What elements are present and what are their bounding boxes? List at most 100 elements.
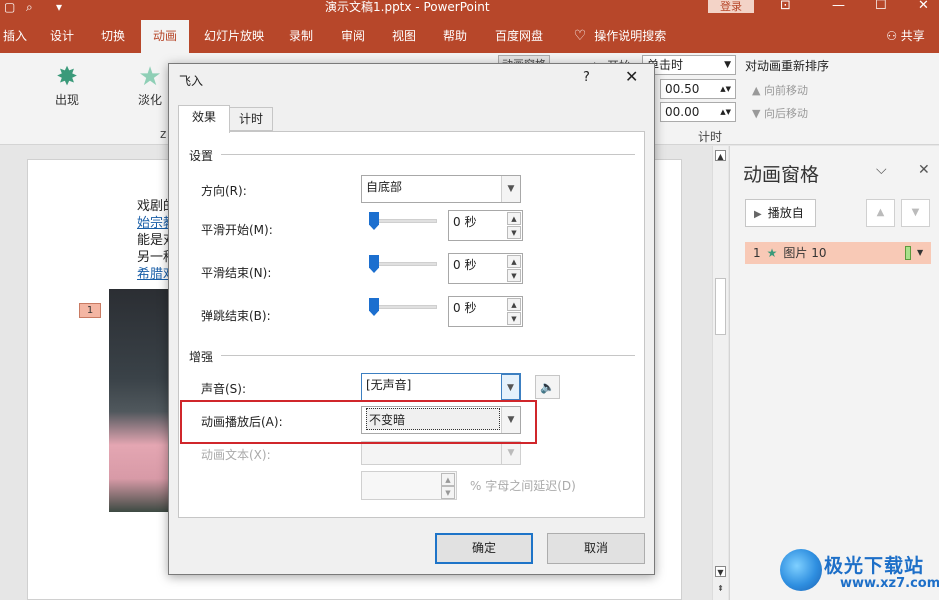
- customize-qat-icon[interactable]: ▾: [56, 0, 62, 14]
- move-later-button[interactable]: ▼ 向后移动: [752, 105, 808, 121]
- share-label: 共享: [900, 29, 925, 43]
- animation-pane: 动画窗格 ⌵ ✕ ▶ 播放自 ▲ ▼ 1 ★ 图片 10 ▼: [729, 146, 939, 600]
- scroll-down-icon[interactable]: ▼: [715, 566, 726, 577]
- tab-help[interactable]: 帮助: [435, 20, 475, 53]
- tab-view[interactable]: 视图: [384, 20, 424, 53]
- cancel-button[interactable]: 取消: [547, 533, 645, 564]
- scroll-up-icon[interactable]: ▲: [715, 150, 726, 161]
- smooth-end-slider[interactable]: [369, 255, 437, 273]
- tab-baidu-netdisk[interactable]: 百度网盘: [486, 20, 552, 53]
- spin-down-icon[interactable]: ▼: [507, 269, 521, 282]
- start-select[interactable]: 单击时 ▼: [642, 55, 736, 75]
- prev-slide-icon[interactable]: ⇞: [715, 583, 726, 594]
- settings-section-title: 设置: [189, 149, 214, 163]
- sound-select[interactable]: [无声音] ▼: [361, 373, 521, 401]
- slider-knob[interactable]: [369, 255, 379, 273]
- move-earlier-button[interactable]: ▲ 向前移动: [752, 82, 808, 98]
- play-from-button[interactable]: ▶ 播放自: [745, 199, 816, 227]
- delay-field[interactable]: 00.00 ▲▼: [660, 102, 736, 122]
- tab-review[interactable]: 审阅: [333, 20, 373, 53]
- scroll-thumb[interactable]: [715, 278, 726, 335]
- spin-up-icon[interactable]: ▲: [441, 473, 455, 486]
- animation-group-label-fragment: z: [160, 127, 167, 141]
- slide-picture[interactable]: [109, 289, 169, 512]
- divider: [221, 355, 635, 356]
- slide-scrollbar[interactable]: ▲ ▼ ⇞: [712, 146, 728, 600]
- help-icon[interactable]: ?: [583, 70, 590, 85]
- print-preview-icon[interactable]: ⌕: [26, 0, 33, 14]
- smooth-end-spinner[interactable]: 0 秒 ▲ ▼: [448, 253, 523, 284]
- bounce-end-label: 弹跳结束(B):: [201, 309, 271, 323]
- play-icon: ▶: [754, 209, 762, 220]
- up-arrow-icon: ▲: [752, 84, 764, 97]
- animation-order-badge[interactable]: 1: [79, 303, 101, 318]
- person-icon: ⚇: [886, 29, 897, 43]
- tab-effect[interactable]: 效果: [178, 105, 230, 133]
- chevron-down-icon: ▼: [501, 442, 520, 464]
- ok-button[interactable]: 确定: [435, 533, 533, 564]
- share-button[interactable]: ⚇ 共享: [878, 20, 933, 53]
- lightbulb-icon: ♡: [573, 28, 587, 44]
- slider-knob[interactable]: [369, 298, 379, 316]
- animation-list-item[interactable]: 1 ★ 图片 10 ▼: [745, 242, 931, 264]
- ribbon-display-icon[interactable]: ⊡: [780, 0, 791, 13]
- spin-down-icon[interactable]: ▼: [507, 226, 521, 239]
- minimize-icon[interactable]: —: [832, 0, 845, 13]
- tab-transitions[interactable]: 切换: [93, 20, 133, 53]
- tab-design[interactable]: 设计: [42, 20, 82, 53]
- divider: [221, 154, 635, 155]
- login-button[interactable]: 登录: [708, 0, 754, 13]
- tell-me-search[interactable]: ♡ 操作说明搜索: [566, 20, 674, 53]
- timeline-bar: [905, 246, 911, 260]
- screenshot-icon[interactable]: ▢: [4, 0, 15, 14]
- watermark-logo-icon: [780, 549, 822, 591]
- reorder-title: 对动画重新排序: [745, 59, 830, 73]
- move-up-button[interactable]: ▲: [866, 199, 895, 227]
- spin-up-icon[interactable]: ▲: [507, 212, 521, 225]
- watermark: 极光下载站 www.xz7.com: [780, 545, 939, 600]
- duration-field[interactable]: 00.50 ▲▼: [660, 79, 736, 99]
- move-down-button[interactable]: ▼: [901, 199, 930, 227]
- smooth-start-label: 平滑开始(M):: [201, 223, 273, 237]
- effect-fade-label: 淡化: [137, 93, 162, 107]
- smooth-start-spinner[interactable]: 0 秒 ▲ ▼: [448, 210, 523, 241]
- after-animation-label: 动画播放后(A):: [201, 415, 283, 429]
- item-name: 图片 10: [783, 246, 827, 260]
- item-dropdown-icon[interactable]: ▼: [917, 242, 923, 264]
- animate-text-select[interactable]: ▼: [361, 441, 521, 465]
- tab-insert[interactable]: 插入: [0, 20, 30, 53]
- volume-icon[interactable]: 🔈: [535, 375, 560, 399]
- pane-title: 动画窗格: [743, 164, 820, 186]
- smooth-end-label: 平滑结束(N):: [201, 266, 272, 280]
- chevron-down-icon: ▼: [501, 176, 520, 202]
- tab-animations[interactable]: 动画: [141, 20, 189, 53]
- pane-close-icon[interactable]: ✕: [918, 162, 930, 178]
- watermark-url: www.xz7.com: [840, 576, 939, 591]
- effect-fade[interactable]: ★ 淡化: [130, 63, 170, 108]
- close-window-icon[interactable]: ✕: [918, 0, 929, 13]
- down-arrow-icon: ▼: [752, 107, 764, 120]
- sound-label: 声音(S):: [201, 382, 247, 396]
- effect-appear[interactable]: ✸ 出现: [47, 63, 87, 108]
- slider-knob[interactable]: [369, 212, 379, 230]
- spin-down-icon[interactable]: ▼: [441, 486, 455, 499]
- dialog-close-icon[interactable]: ✕: [625, 67, 638, 86]
- after-animation-select[interactable]: 不变暗 ▼: [361, 406, 521, 434]
- maximize-icon[interactable]: ☐: [875, 0, 887, 13]
- bounce-end-spinner[interactable]: 0 秒 ▲ ▼: [448, 296, 523, 327]
- pane-options-chevron-icon[interactable]: ⌵: [876, 162, 887, 178]
- tab-timing[interactable]: 计时: [229, 107, 273, 131]
- item-index: 1: [753, 246, 761, 260]
- spin-up-icon[interactable]: ▲: [507, 255, 521, 268]
- tab-slideshow[interactable]: 幻灯片放映: [198, 20, 270, 53]
- bounce-end-slider[interactable]: [369, 298, 437, 316]
- title-bar: ▢ ⌕ ▾ 演示文稿1.pptx - PowerPoint 登录 ⊡ — ☐ ✕: [0, 0, 939, 20]
- spin-down-icon[interactable]: ▼: [507, 312, 521, 325]
- smooth-start-slider[interactable]: [369, 212, 437, 230]
- tab-record[interactable]: 录制: [281, 20, 321, 53]
- direction-select[interactable]: 自底部 ▼: [361, 175, 521, 203]
- letter-delay-spinner[interactable]: ▲ ▼: [361, 471, 457, 500]
- timing-group-label: 计时: [698, 130, 723, 144]
- letter-delay-label: % 字母之间延迟(D): [470, 479, 576, 493]
- spin-up-icon[interactable]: ▲: [507, 298, 521, 311]
